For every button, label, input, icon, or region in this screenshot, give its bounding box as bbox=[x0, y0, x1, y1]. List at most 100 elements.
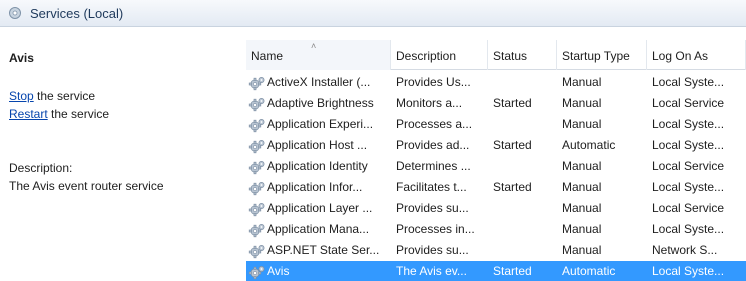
title-bar: Services (Local) bbox=[0, 0, 746, 27]
service-name: Application Experi... bbox=[267, 117, 374, 131]
cell-name: ASP.NET State Ser... bbox=[246, 240, 391, 261]
gear-icon bbox=[248, 118, 265, 132]
cell-status bbox=[488, 219, 557, 240]
cell-startup-type: Manual bbox=[562, 180, 602, 194]
cell-startup-type: Manual bbox=[562, 159, 602, 173]
column-header-status[interactable]: Status bbox=[488, 40, 557, 70]
cell-description: Provides ad... bbox=[396, 138, 470, 152]
extended-view-pane: Avis Stop the service Restart the servic… bbox=[0, 27, 240, 281]
cell-status: Started bbox=[493, 96, 532, 110]
cell-status: Started bbox=[493, 138, 532, 152]
cell-startup-type: Manual bbox=[562, 96, 602, 110]
cell-log-on-as: Local Syste... bbox=[652, 222, 725, 236]
cell-description: Provides su... bbox=[396, 201, 469, 215]
table-body: ActiveX Installer (... Provides Us... Manu… bbox=[246, 72, 746, 281]
cell-startup-type: Automatic bbox=[562, 138, 616, 152]
cell-description: Processes in... bbox=[396, 222, 475, 236]
cell-name: Avis bbox=[246, 261, 391, 281]
cell-name: Application Infor... bbox=[246, 177, 391, 198]
description-text: The Avis event router service bbox=[9, 179, 164, 193]
service-name: Application Infor... bbox=[267, 180, 363, 194]
gear-icon bbox=[248, 181, 265, 195]
gear-icon bbox=[248, 202, 265, 216]
table-row[interactable]: Application Host ... Provides ad... Starte… bbox=[246, 135, 746, 156]
column-header-description[interactable]: Description bbox=[391, 40, 488, 70]
column-header-startup-type[interactable]: Startup Type bbox=[557, 40, 647, 70]
cell-log-on-as: Local Syste... bbox=[652, 75, 725, 89]
cell-status bbox=[488, 72, 557, 93]
restart-suffix: the service bbox=[47, 107, 110, 121]
table-row[interactable]: Application Identity Determines ... Manual… bbox=[246, 156, 746, 177]
window-title: Services (Local) bbox=[30, 6, 124, 21]
cell-status: Started bbox=[493, 264, 532, 278]
restart-action: Restart the service bbox=[9, 107, 109, 121]
cell-status: Started bbox=[493, 180, 532, 194]
table-row[interactable]: Adaptive Brightness Monitors a... Started M… bbox=[246, 93, 746, 114]
cell-description: Provides Us... bbox=[396, 75, 471, 89]
table-row[interactable]: ActiveX Installer (... Provides Us... Manu… bbox=[246, 72, 746, 93]
cell-startup-type: Manual bbox=[562, 117, 602, 131]
cell-log-on-as: Local Service bbox=[652, 96, 725, 110]
cell-description: Monitors a... bbox=[396, 96, 463, 110]
cell-name: Application Identity bbox=[246, 156, 391, 177]
cell-log-on-as: Local Service bbox=[652, 201, 725, 215]
cell-startup-type: Manual bbox=[562, 75, 602, 89]
services-icon bbox=[9, 7, 21, 19]
cell-name: Application Host ... bbox=[246, 135, 391, 156]
stop-suffix: the service bbox=[33, 89, 96, 103]
service-name: Adaptive Brightness bbox=[267, 96, 374, 110]
cell-description: Processes a... bbox=[396, 117, 473, 131]
gear-icon bbox=[248, 76, 265, 90]
restart-link[interactable]: Restart bbox=[9, 107, 48, 121]
table-row[interactable]: Application Experi... Processes a... Manua… bbox=[246, 114, 746, 135]
column-header-name[interactable]: ˄ Name bbox=[246, 40, 391, 70]
sort-ascending-icon: ˄ bbox=[311, 41, 317, 51]
cell-startup-type: Manual bbox=[562, 243, 602, 257]
gear-icon bbox=[248, 97, 265, 111]
selected-service-name: Avis bbox=[9, 51, 34, 65]
gear-icon bbox=[248, 265, 265, 279]
cell-status bbox=[488, 198, 557, 219]
stop-action: Stop the service bbox=[9, 89, 95, 103]
table-row[interactable]: Application Infor... Facilitates t... Star… bbox=[246, 177, 746, 198]
cell-log-on-as: Local Syste... bbox=[652, 180, 725, 194]
cell-startup-type: Manual bbox=[562, 222, 602, 236]
table-row[interactable]: Application Layer ... Provides su... Manua… bbox=[246, 198, 746, 219]
cell-status bbox=[488, 114, 557, 135]
table-header: ˄ Name Description Status Startup Type L… bbox=[246, 40, 746, 70]
cell-name: ActiveX Installer (... bbox=[246, 72, 391, 93]
column-header-log-on-as[interactable]: Log On As bbox=[647, 40, 746, 70]
stop-link[interactable]: Stop bbox=[9, 89, 34, 103]
gear-icon bbox=[248, 160, 265, 174]
service-name: Application Layer ... bbox=[267, 201, 373, 215]
service-name: Application Host ... bbox=[267, 138, 368, 152]
service-name: ActiveX Installer (... bbox=[267, 75, 371, 89]
cell-log-on-as: Local Service bbox=[652, 159, 725, 173]
table-row[interactable]: Application Mana... Processes in... Manual… bbox=[246, 219, 746, 240]
cell-name: Application Experi... bbox=[246, 114, 391, 135]
cell-description: Provides su... bbox=[396, 243, 469, 257]
service-name: Avis bbox=[267, 264, 290, 278]
service-name: Application Identity bbox=[267, 159, 368, 173]
cell-name: Application Mana... bbox=[246, 219, 391, 240]
cell-startup-type: Automatic bbox=[562, 264, 616, 278]
cell-startup-type: Manual bbox=[562, 201, 602, 215]
cell-status bbox=[488, 156, 557, 177]
services-table: ˄ Name Description Status Startup Type L… bbox=[246, 40, 746, 281]
service-name: ASP.NET State Ser... bbox=[267, 243, 380, 257]
gear-icon bbox=[248, 223, 265, 237]
gear-icon bbox=[248, 139, 265, 153]
cell-name: Application Layer ... bbox=[246, 198, 391, 219]
table-row[interactable]: Avis The Avis ev... Started Automatic Local … bbox=[246, 261, 746, 281]
description-label: Description: bbox=[9, 161, 73, 175]
cell-log-on-as: Network S... bbox=[652, 243, 718, 257]
cell-log-on-as: Local Syste... bbox=[652, 264, 725, 278]
cell-log-on-as: Local Syste... bbox=[652, 117, 725, 131]
cell-description: Facilitates t... bbox=[396, 180, 467, 194]
gear-icon bbox=[248, 244, 265, 258]
table-row[interactable]: ASP.NET State Ser... Provides su... Manual… bbox=[246, 240, 746, 261]
cell-description: Determines ... bbox=[396, 159, 471, 173]
cell-log-on-as: Local Syste... bbox=[652, 138, 725, 152]
cell-status bbox=[488, 240, 557, 261]
cell-description: The Avis ev... bbox=[396, 264, 467, 278]
